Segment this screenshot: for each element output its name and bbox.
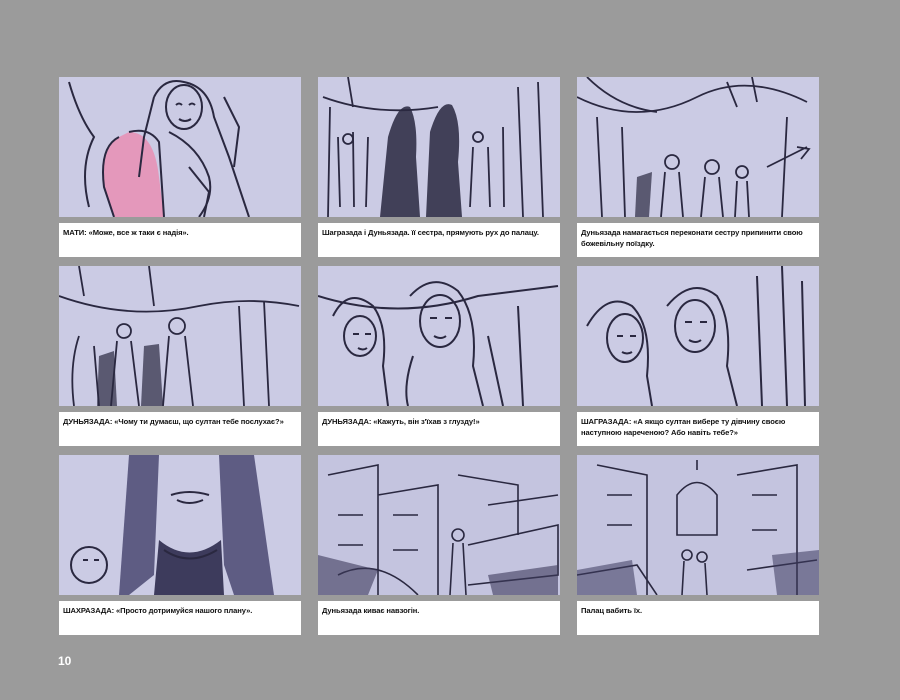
storyboard-panel-8: Дуньязада киває навзогін. — [318, 455, 560, 635]
caption-text: Шагразада і Дуньязада. її сестра, прямую… — [322, 228, 539, 237]
sketch-frame-9 — [577, 455, 819, 595]
storyboard-panel-7: ШАХРАЗАДА: «Просто дотримуйся нашого пла… — [59, 455, 301, 635]
caption-6: ШАГРАЗАДА: «А якщо султан вибере ту дівч… — [577, 412, 819, 446]
sketch-two-hooded-faces — [318, 266, 560, 406]
sketch-frame-3 — [577, 77, 819, 217]
sketch-palace-view — [577, 455, 819, 595]
caption-2: Шагразада і Дуньязада. її сестра, прямую… — [318, 223, 560, 257]
storyboard-panel-2: Шагразада і Дуньязада. її сестра, прямую… — [318, 77, 560, 257]
caption-8: Дуньязада киває навзогін. — [318, 601, 560, 635]
sketch-frame-7 — [59, 455, 301, 595]
speaker-label: ШАГРАЗАДА: — [581, 417, 632, 426]
page-number: 10 — [58, 654, 72, 668]
sketch-frame-8 — [318, 455, 560, 595]
storyboard-panel-9: Палац вабить їх. — [577, 455, 819, 635]
storyboard-page: МАТИ: «Може, все ж таки є надія». Шаграз… — [0, 0, 900, 700]
caption-4: ДУНЬЯЗАДА: «Чому ти думаєш, що султан те… — [59, 412, 301, 446]
storyboard-panel-5: ДУНЬЯЗАДА: «Кажуть, він з'їхав з глузду!… — [318, 266, 560, 446]
caption-1: МАТИ: «Може, все ж таки є надія». — [59, 223, 301, 257]
caption-5: ДУНЬЯЗАДА: «Кажуть, він з'їхав з глузду!… — [318, 412, 560, 446]
sketch-frame-4 — [59, 266, 301, 406]
caption-text: «Кажуть, він з'їхав з глузду!» — [371, 417, 480, 426]
sketch-sisters-talk — [577, 266, 819, 406]
caption-text: Палац вабить їх. — [581, 606, 643, 615]
sketch-closeup-veil — [59, 455, 301, 595]
storyboard-panel-3: Дуньязада намагається переконати сестру … — [577, 77, 819, 257]
speaker-label: ДУНЬЯЗАДА: — [322, 417, 372, 426]
caption-text: «Просто дотримуйся нашого плану». — [114, 606, 253, 615]
caption-text: Дуньязада намагається переконати сестру … — [581, 228, 803, 248]
sketch-frame-1 — [59, 77, 301, 217]
caption-text: «Чому ти думаєш, що султан тебе послухає… — [112, 417, 284, 426]
sketch-city-alley — [318, 455, 560, 595]
speaker-label: ШАХРАЗАДА: — [63, 606, 115, 615]
sketch-frame-5 — [318, 266, 560, 406]
sketch-market-street — [577, 77, 819, 217]
storyboard-panel-4: ДУНЬЯЗАДА: «Чому ти думаєш, що султан те… — [59, 266, 301, 446]
storyboard-panel-6: ШАГРАЗАДА: «А якщо султан вибере ту дівч… — [577, 266, 819, 446]
sketch-frame-6 — [577, 266, 819, 406]
caption-text: Дуньязада киває навзогін. — [322, 606, 420, 615]
caption-text: «Може, все ж таки є надія». — [86, 228, 189, 237]
caption-9: Палац вабить їх. — [577, 601, 819, 635]
caption-7: ШАХРАЗАДА: «Просто дотримуйся нашого пла… — [59, 601, 301, 635]
sketch-crowd-street — [59, 266, 301, 406]
speaker-label: МАТИ: — [63, 228, 87, 237]
speaker-label: ДУНЬЯЗАДА: — [63, 417, 113, 426]
sketch-sisters-walk — [318, 77, 560, 217]
caption-3: Дуньязада намагається переконати сестру … — [577, 223, 819, 257]
storyboard-panel-1: МАТИ: «Може, все ж таки є надія». — [59, 77, 301, 257]
sketch-frame-2 — [318, 77, 560, 217]
sketch-mother-hug — [59, 77, 301, 217]
